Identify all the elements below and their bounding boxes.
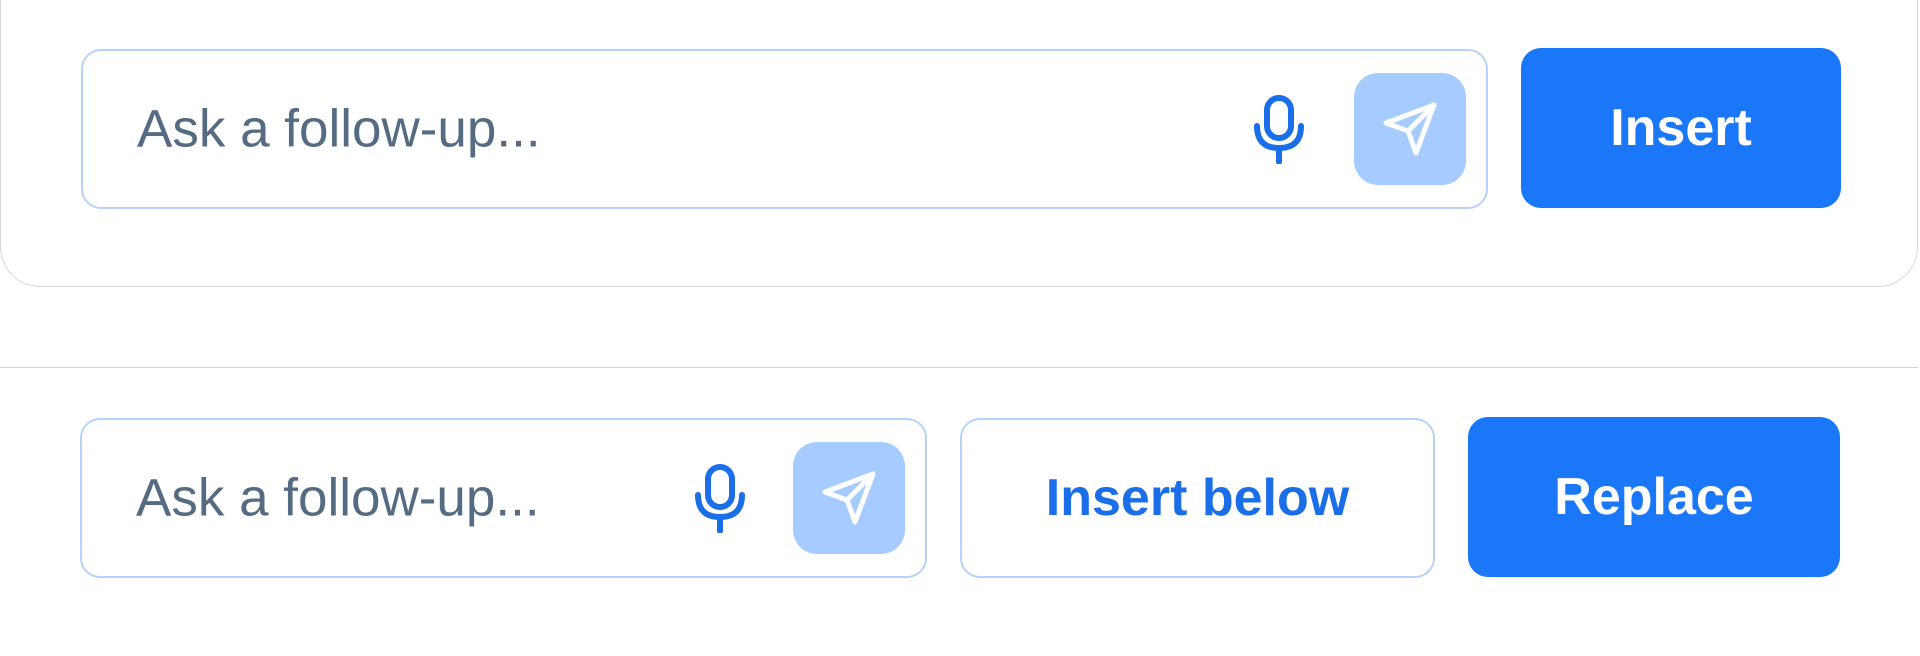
send-button[interactable] <box>1354 73 1466 185</box>
send-icon <box>822 471 876 525</box>
bottom-action-panel: Ask a follow-up... Insert below Replace <box>0 367 1918 656</box>
microphone-icon[interactable] <box>692 463 748 533</box>
follow-up-input[interactable]: Ask a follow-up... <box>81 49 1488 209</box>
follow-up-placeholder: Ask a follow-up... <box>137 99 541 159</box>
microphone-icon[interactable] <box>1251 94 1307 164</box>
insert-button[interactable]: Insert <box>1521 48 1841 208</box>
send-button[interactable] <box>793 442 905 554</box>
replace-button[interactable]: Replace <box>1468 417 1840 577</box>
follow-up-input[interactable]: Ask a follow-up... <box>80 418 927 578</box>
top-action-panel: Ask a follow-up... Insert <box>0 0 1918 287</box>
follow-up-placeholder: Ask a follow-up... <box>136 468 540 528</box>
insert-below-button[interactable]: Insert below <box>960 418 1435 578</box>
send-icon <box>1383 102 1437 156</box>
